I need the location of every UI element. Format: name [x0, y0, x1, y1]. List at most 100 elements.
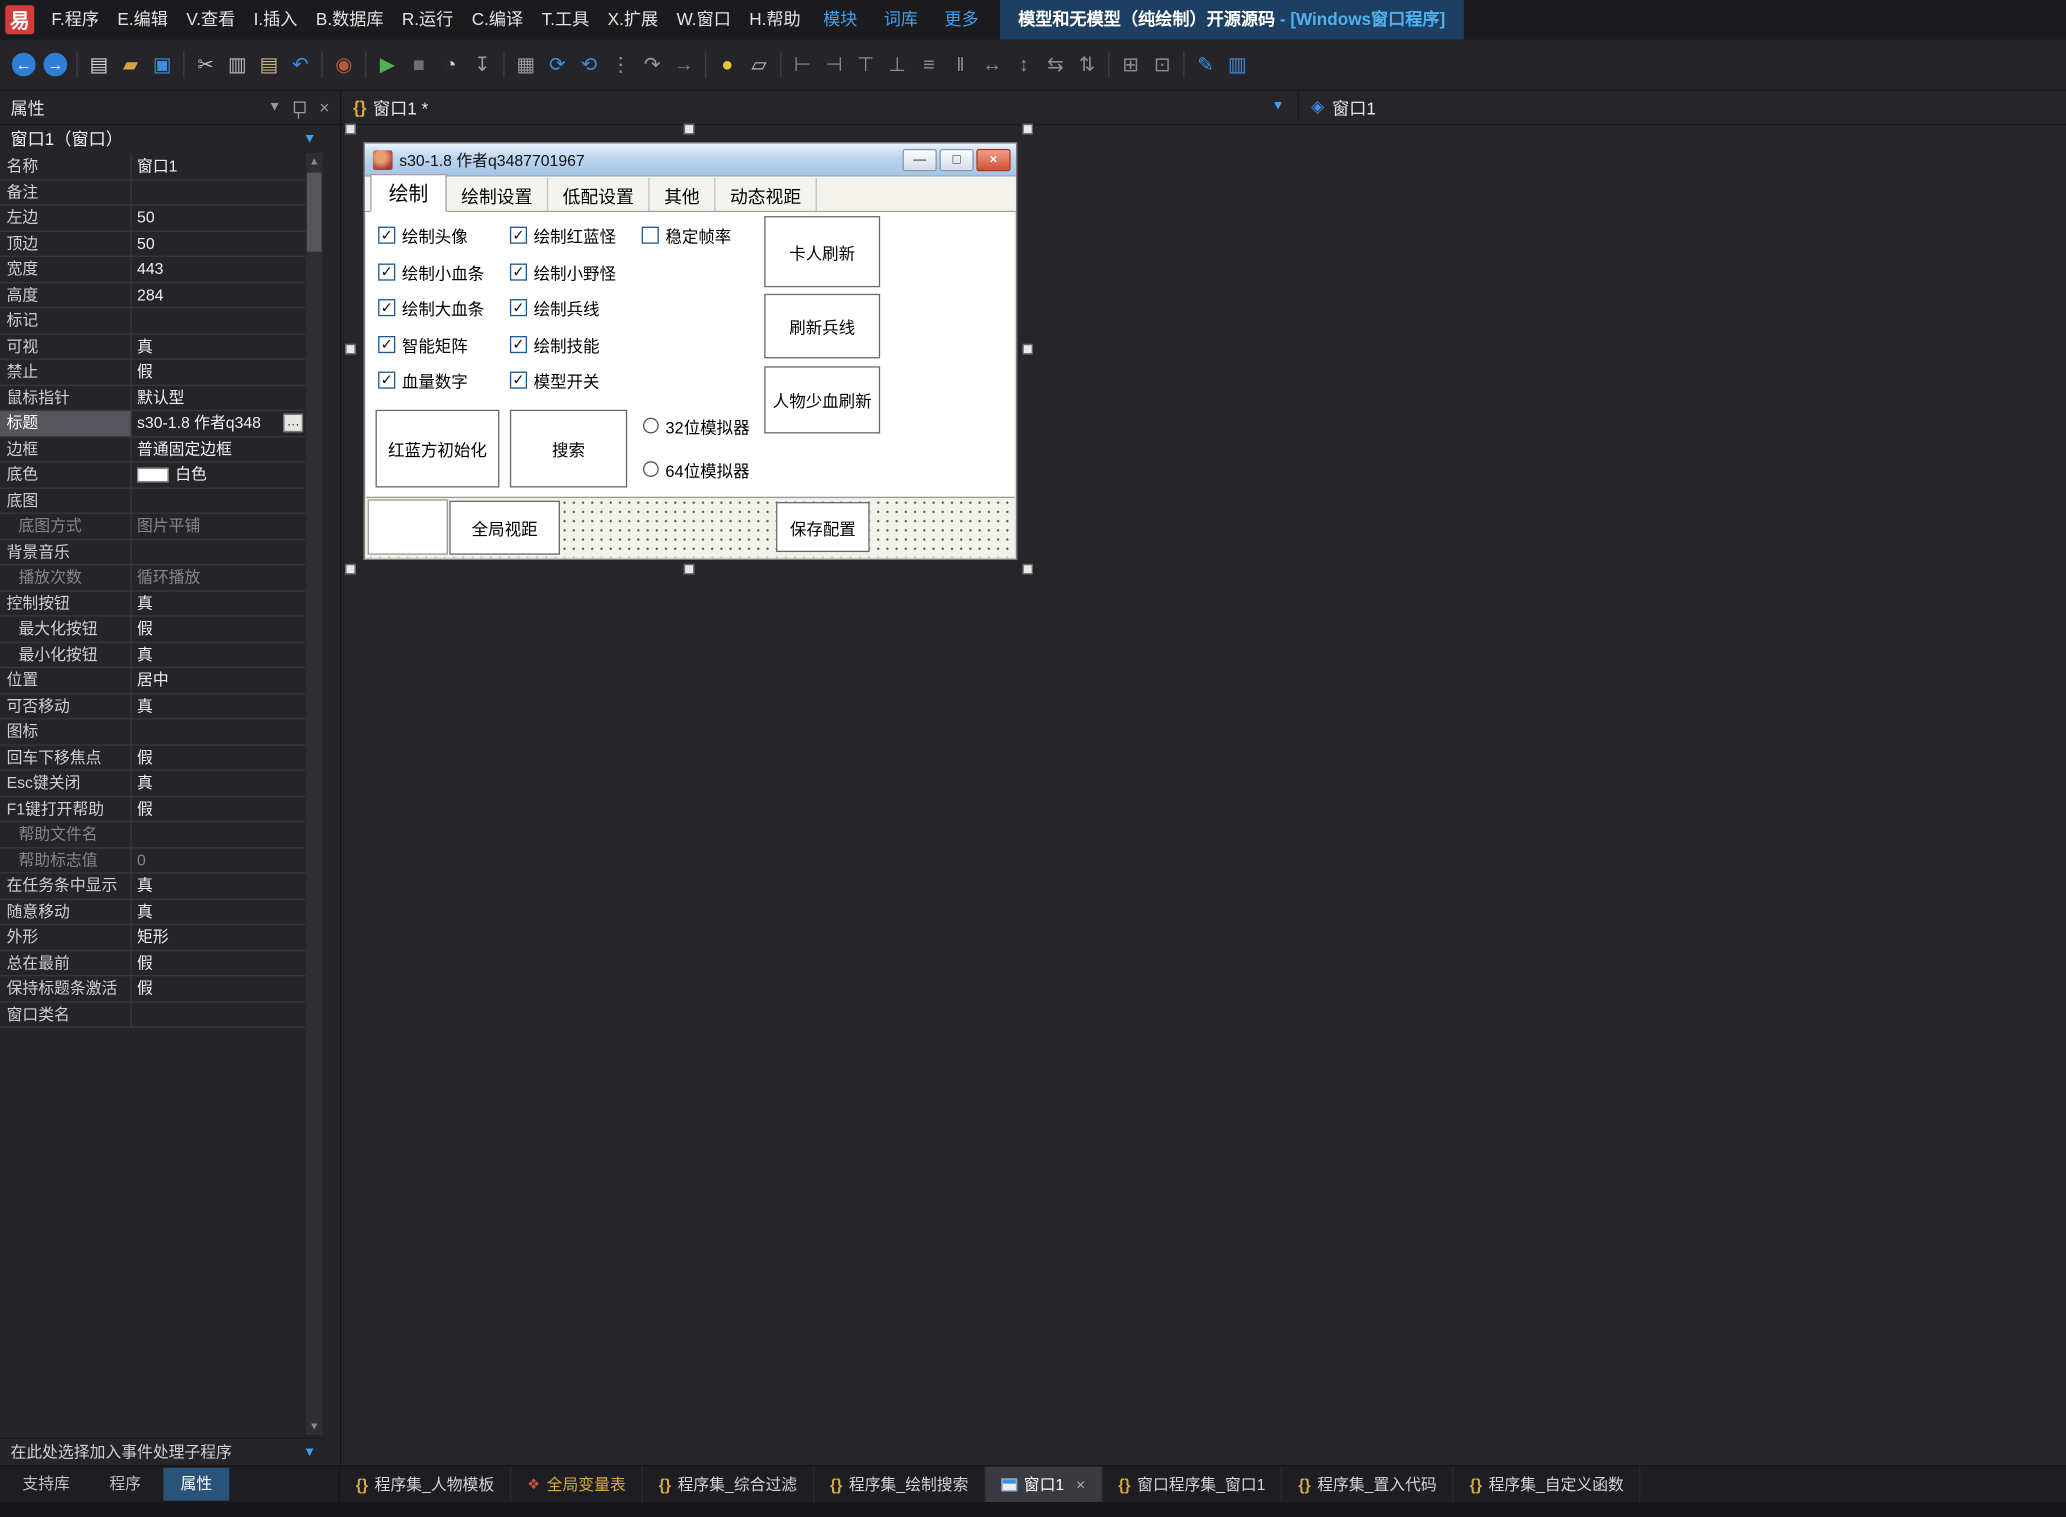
menu-item[interactable]: H.帮助: [740, 0, 810, 40]
menu-link[interactable]: 更多: [931, 0, 992, 40]
hint-dropdown-icon[interactable]: ▼: [303, 1439, 316, 1467]
checkbox[interactable]: 稳定帧率: [642, 217, 732, 253]
property-row[interactable]: 最小化按钮真: [0, 642, 306, 668]
property-row[interactable]: 帮助文件名: [0, 822, 306, 848]
minimize-button[interactable]: —: [903, 148, 937, 170]
pin-icon[interactable]: [294, 101, 306, 113]
menu-item[interactable]: V.查看: [177, 0, 244, 40]
property-row[interactable]: 播放次数循环播放: [0, 565, 306, 591]
property-row[interactable]: 可视真: [0, 334, 306, 360]
selection-handle[interactable]: [684, 124, 695, 135]
form-tab[interactable]: 绘制: [370, 174, 446, 212]
property-row[interactable]: 底图: [0, 488, 306, 514]
checkbox[interactable]: ✓绘制头像: [378, 217, 484, 253]
property-row[interactable]: 随意移动真: [0, 899, 306, 925]
property-row[interactable]: 外形矩形: [0, 925, 306, 951]
property-value[interactable]: 假: [132, 617, 306, 641]
checkbox[interactable]: ✓绘制大血条: [378, 290, 484, 326]
scroll-up-icon[interactable]: ▲: [306, 153, 323, 170]
property-value[interactable]: 284: [132, 283, 306, 307]
property-value[interactable]: s30-1.8 作者q348…: [132, 411, 306, 435]
property-row[interactable]: 背景音乐: [0, 540, 306, 566]
menu-link[interactable]: 模块: [810, 0, 871, 40]
property-value[interactable]: 443: [132, 257, 306, 281]
property-value[interactable]: [132, 488, 306, 512]
selection-handle[interactable]: [345, 564, 356, 575]
form-button[interactable]: 红蓝方初始化: [376, 410, 500, 488]
timer-icon[interactable]: ◔: [435, 49, 467, 81]
step-over-icon[interactable]: ↷: [636, 49, 668, 81]
property-value[interactable]: [132, 1002, 306, 1026]
property-value[interactable]: [132, 719, 306, 743]
pencil-icon[interactable]: ✎: [1190, 49, 1222, 81]
property-row[interactable]: 标记: [0, 308, 306, 334]
doc-tab[interactable]: {}程序集_人物模板: [340, 1466, 511, 1502]
radio-button[interactable]: 32位模拟器: [643, 415, 750, 436]
ellipsis-button[interactable]: …: [283, 414, 303, 432]
menu-item[interactable]: R.运行: [393, 0, 463, 40]
align-top-icon[interactable]: ⊤: [850, 49, 882, 81]
property-value[interactable]: 真: [132, 591, 306, 615]
menu-item[interactable]: B.数据库: [307, 0, 393, 40]
grid-icon[interactable]: ▦: [510, 49, 542, 81]
checkbox[interactable]: ✓血量数字: [378, 362, 484, 398]
snap-grid-icon[interactable]: ⊞: [1115, 49, 1147, 81]
property-value[interactable]: 白色: [132, 462, 306, 486]
property-row[interactable]: 帮助标志值0: [0, 848, 306, 874]
doc-tab[interactable]: {}程序集_绘制搜索: [814, 1466, 985, 1502]
doc-tab[interactable]: ❖全局变量表: [511, 1466, 643, 1502]
property-row[interactable]: 边框普通固定边框: [0, 437, 306, 463]
space-horizontal-icon[interactable]: ⇆: [1040, 49, 1072, 81]
panel-dropdown-icon[interactable]: ▼: [268, 99, 281, 113]
property-value[interactable]: 假: [132, 951, 306, 975]
property-row[interactable]: 位置居中: [0, 668, 306, 694]
property-row[interactable]: 窗口类名: [0, 1002, 306, 1028]
doc-tab[interactable]: 窗口1×: [986, 1466, 1103, 1502]
property-value[interactable]: [132, 308, 306, 332]
property-value[interactable]: 矩形: [132, 925, 306, 949]
panels-icon[interactable]: ▥: [1221, 49, 1253, 81]
property-value[interactable]: 假: [132, 796, 306, 820]
space-vertical-icon[interactable]: ⇅: [1071, 49, 1103, 81]
menu-item[interactable]: C.编译: [463, 0, 533, 40]
doc-tab[interactable]: {}窗口程序集_窗口1: [1102, 1466, 1282, 1502]
panel-tab[interactable]: 支持库: [5, 1468, 87, 1501]
back-icon[interactable]: ←: [8, 49, 40, 81]
menu-link[interactable]: 词库: [871, 0, 932, 40]
panel-close-icon[interactable]: ×: [319, 97, 329, 117]
panel-tab[interactable]: 属性: [163, 1468, 229, 1501]
editor-tab-window1[interactable]: {} 窗口1 *: [340, 94, 441, 119]
size-grid-icon[interactable]: ⊡: [1146, 49, 1178, 81]
property-value[interactable]: 真: [132, 642, 306, 666]
form-button[interactable]: 卡人刷新: [764, 216, 880, 287]
forward-icon[interactable]: →: [40, 49, 72, 81]
step-into-icon[interactable]: →: [668, 49, 700, 81]
property-row[interactable]: 总在最前假: [0, 951, 306, 977]
new-file-icon[interactable]: ▤: [83, 49, 115, 81]
property-row[interactable]: F1键打开帮助假: [0, 796, 306, 822]
build-icon[interactable]: ↧: [466, 49, 498, 81]
property-row[interactable]: 底色白色: [0, 462, 306, 488]
selection-handle[interactable]: [1022, 344, 1033, 355]
bulb-icon[interactable]: ●: [712, 49, 744, 81]
property-value[interactable]: 0: [132, 848, 306, 872]
property-row[interactable]: 在任务条中显示真: [0, 874, 306, 900]
form-title-bar[interactable]: s30-1.8 作者q3487701967 —□×: [365, 144, 1016, 177]
form-tab[interactable]: 动态视距: [715, 178, 816, 211]
property-row[interactable]: 高度284: [0, 283, 306, 309]
property-row[interactable]: 顶边50: [0, 231, 306, 257]
form-tab[interactable]: 绘制设置: [447, 178, 548, 211]
property-value[interactable]: 假: [132, 976, 306, 1000]
menu-item[interactable]: F.程序: [42, 0, 108, 40]
copy-icon[interactable]: ▥: [221, 49, 253, 81]
tablist-dropdown-icon[interactable]: ▼: [1271, 99, 1284, 113]
form-button[interactable]: 全局视距: [449, 501, 560, 555]
property-value[interactable]: 真: [132, 899, 306, 923]
selection-handle[interactable]: [684, 564, 695, 575]
form-button[interactable]: 保存配置: [776, 502, 870, 552]
property-value[interactable]: 窗口1: [132, 154, 306, 178]
property-value[interactable]: 真: [132, 334, 306, 358]
menu-item[interactable]: I.插入: [244, 0, 306, 40]
selected-object-row[interactable]: 窗口1（窗口） ▼: [0, 125, 340, 154]
breakpoints-icon[interactable]: ⋮: [605, 49, 637, 81]
